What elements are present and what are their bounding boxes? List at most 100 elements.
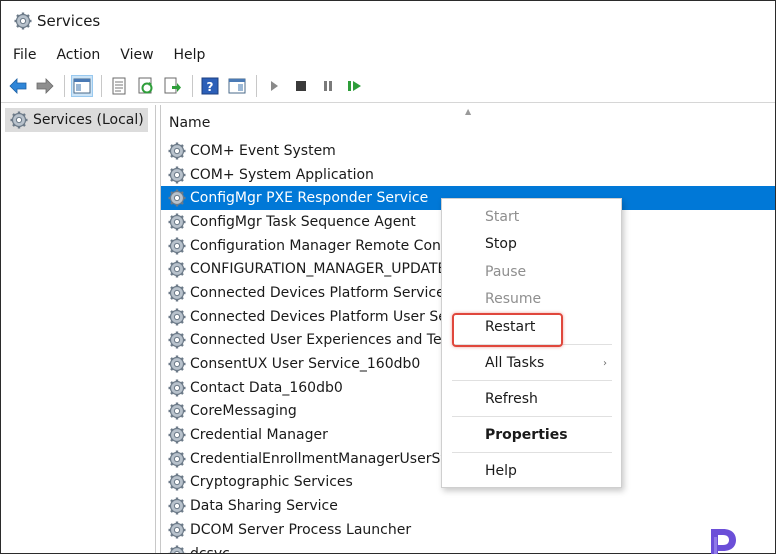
context-menu-pause[interactable]: Pause <box>442 259 621 285</box>
gear-icon <box>14 12 32 30</box>
toolbar-separator <box>101 74 102 97</box>
service-name: Cryptographic Services <box>190 474 353 491</box>
service-name: Data Sharing Service <box>190 498 338 515</box>
service-gear-icon <box>168 521 186 539</box>
services-window: Services File Action View Help ? Service… <box>0 0 776 554</box>
brand-logo-icon <box>711 529 736 554</box>
play-icon <box>271 80 278 91</box>
restart-icon <box>348 80 361 91</box>
start-service-button[interactable] <box>263 75 285 97</box>
service-name: ConsentUX User Service_160db0 <box>190 356 421 373</box>
stop-icon <box>296 80 306 91</box>
service-name: Contact Data_160db0 <box>190 379 343 396</box>
window-title: Services <box>37 12 101 30</box>
sort-indicator-icon: ▲ <box>465 107 472 116</box>
help-toolbar-button[interactable]: ? <box>199 75 221 97</box>
service-name: Configuration Manager Remote Contro <box>190 237 461 254</box>
context-menu-start[interactable]: Start <box>442 204 621 230</box>
menu-help[interactable]: Help <box>174 47 206 63</box>
menu-bar: File Action View Help <box>1 43 225 67</box>
service-name: dcsvc <box>190 546 230 553</box>
context-menu-separator <box>452 416 612 417</box>
service-name: COM+ System Application <box>190 166 374 183</box>
console-tree-icon <box>73 78 91 93</box>
stop-service-button[interactable] <box>290 75 312 97</box>
tree-node-label: Services (Local) <box>33 112 144 128</box>
service-gear-icon <box>168 379 186 397</box>
column-header-name[interactable]: Name <box>169 115 210 131</box>
service-gear-icon <box>168 284 186 302</box>
context-menu-resume[interactable]: Resume <box>442 286 621 312</box>
toolbar-separator <box>64 74 65 97</box>
context-menu-properties[interactable]: Properties <box>442 422 621 448</box>
service-gear-icon <box>168 331 186 349</box>
service-gear-icon <box>168 166 186 184</box>
service-gear-icon <box>168 142 186 160</box>
service-row[interactable]: dcsvc <box>161 542 775 553</box>
service-gear-icon <box>168 402 186 420</box>
restart-service-button[interactable] <box>344 75 366 97</box>
service-row[interactable]: COM+ Event System <box>161 139 775 163</box>
service-name: Connected User Experiences and Teleme <box>190 332 477 349</box>
service-gear-icon <box>168 473 186 491</box>
forward-button[interactable] <box>34 75 56 97</box>
help-icon: ? <box>201 77 219 94</box>
service-gear-icon <box>168 450 186 468</box>
back-button[interactable] <box>7 75 29 97</box>
tree-node-services-local[interactable]: Services (Local) <box>5 108 148 132</box>
service-name: CONFIGURATION_MANAGER_UPDATE <box>190 261 447 278</box>
pause-icon <box>324 80 332 91</box>
refresh-icon <box>138 77 153 93</box>
pause-service-button[interactable] <box>317 75 339 97</box>
service-name: CredentialEnrollmentManagerUserSvc_ <box>190 450 464 467</box>
chevron-right-icon: › <box>603 357 607 369</box>
svg-text:?: ? <box>207 80 214 94</box>
context-menu-all-tasks-label: All Tasks <box>485 355 545 371</box>
service-name: Connected Devices Platform User Servic <box>190 308 473 325</box>
service-gear-icon <box>168 497 186 515</box>
context-menu-separator <box>452 452 612 453</box>
forward-arrow-icon <box>36 77 54 94</box>
service-row[interactable]: DCOM Server Process Launcher <box>161 518 775 542</box>
gear-icon <box>10 111 28 129</box>
service-row[interactable]: COM+ System Application <box>161 163 775 187</box>
service-gear-icon <box>168 308 186 326</box>
context-menu-separator <box>452 380 612 381</box>
refresh-toolbar-button[interactable] <box>135 75 157 97</box>
console-tree-pane: Services (Local) <box>1 105 156 553</box>
service-name: DCOM Server Process Launcher <box>190 521 412 538</box>
show-hide-console-tree-button[interactable] <box>71 74 93 97</box>
service-name: Connected Devices Platform Service <box>190 284 445 301</box>
service-gear-icon <box>168 260 186 278</box>
menu-action[interactable]: Action <box>56 47 100 63</box>
service-name: ConfigMgr PXE Responder Service <box>190 190 429 207</box>
export-list-button[interactable] <box>162 75 184 97</box>
properties-toolbar-button[interactable] <box>108 75 130 97</box>
toolbar-separator <box>256 74 257 97</box>
document-icon <box>112 77 126 94</box>
service-gear-icon <box>168 237 186 255</box>
service-gear-icon <box>168 189 186 207</box>
toolbar-separator <box>192 74 193 97</box>
context-menu-all-tasks[interactable]: All Tasks › <box>442 350 621 376</box>
toolbar: ? <box>1 69 775 103</box>
menu-view[interactable]: View <box>120 47 153 63</box>
service-name: Credential Manager <box>190 427 328 444</box>
back-arrow-icon <box>9 77 27 94</box>
service-name: ConfigMgr Task Sequence Agent <box>190 213 416 230</box>
service-gear-icon <box>168 545 186 553</box>
context-menu-stop[interactable]: Stop <box>442 231 621 257</box>
title-bar: Services <box>1 1 775 41</box>
context-menu-refresh[interactable]: Refresh <box>442 386 621 412</box>
service-row[interactable]: Data Sharing Service <box>161 494 775 518</box>
service-gear-icon <box>168 426 186 444</box>
action-pane-icon <box>228 78 246 93</box>
service-name: CoreMessaging <box>190 403 297 420</box>
restart-highlight-box <box>452 313 563 347</box>
context-menu-help[interactable]: Help <box>442 458 621 484</box>
service-gear-icon <box>168 355 186 373</box>
menu-file[interactable]: File <box>13 47 36 63</box>
export-icon <box>164 77 181 93</box>
show-hide-action-pane-button[interactable] <box>226 75 248 97</box>
service-gear-icon <box>168 213 186 231</box>
